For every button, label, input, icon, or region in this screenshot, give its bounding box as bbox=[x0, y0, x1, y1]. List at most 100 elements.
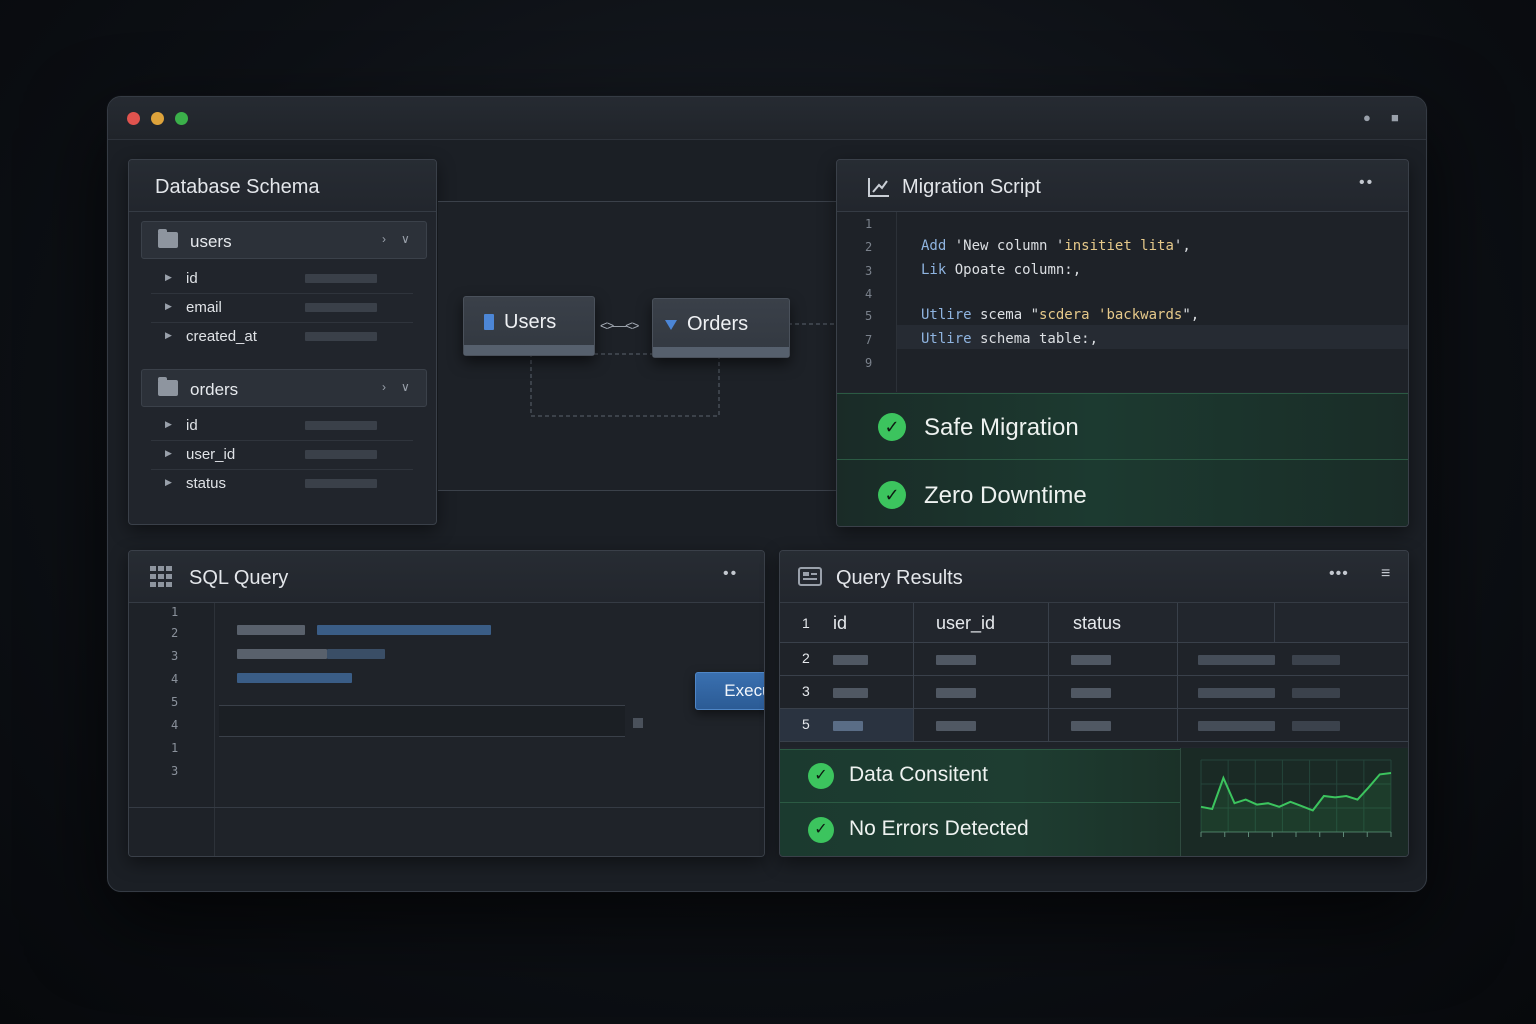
migration-code-editor[interactable]: 1 2 3 4 5 7 9 Add 'New column 'insitiet … bbox=[837, 212, 1408, 392]
table-cell[interactable] bbox=[1049, 676, 1178, 709]
panel-toggle-icon[interactable]: ■ bbox=[1391, 110, 1399, 125]
migration-panel: Migration Script •• 1 2 3 4 5 7 9 Add 'N… bbox=[836, 159, 1409, 527]
caret-right-icon: ▶ bbox=[165, 330, 172, 340]
cell-placeholder bbox=[1292, 721, 1340, 731]
check-label: Zero Downtime bbox=[924, 482, 1087, 509]
sql-panel-header: SQL Query •• bbox=[129, 551, 764, 603]
table-row[interactable]: 2 bbox=[780, 643, 914, 676]
line-number: 9 bbox=[865, 356, 873, 370]
sql-editor[interactable]: Execute bbox=[129, 603, 764, 856]
column-row[interactable]: ▶ email bbox=[151, 294, 413, 323]
column-type-placeholder bbox=[305, 479, 377, 488]
sparkline-area bbox=[1201, 773, 1391, 832]
expand-icon[interactable]: › bbox=[382, 232, 386, 246]
check-label: Safe Migration bbox=[924, 414, 1079, 441]
entity-node-orders[interactable]: Orders bbox=[652, 298, 790, 358]
table-cell[interactable] bbox=[914, 643, 1049, 676]
row-number: 1 bbox=[802, 615, 810, 631]
more-options-icon[interactable]: ••• bbox=[1329, 565, 1349, 583]
cell-placeholder bbox=[1198, 655, 1275, 665]
chevron-down-icon[interactable]: ∨ bbox=[401, 380, 410, 394]
column-type-placeholder bbox=[305, 274, 377, 283]
line-number: 1 bbox=[865, 217, 873, 231]
close-window-button[interactable] bbox=[127, 112, 140, 125]
menu-icon[interactable]: ≡ bbox=[1381, 565, 1390, 583]
column-row[interactable]: ▶ created_at bbox=[151, 323, 413, 352]
cell-placeholder bbox=[1198, 721, 1275, 731]
line-number: 3 bbox=[171, 764, 179, 778]
table-cell[interactable] bbox=[1178, 676, 1408, 709]
cell-placeholder bbox=[1071, 721, 1111, 731]
table-header-cell[interactable]: 1 id bbox=[780, 603, 914, 643]
migration-panel-title: Migration Script bbox=[902, 176, 1041, 198]
column-name: id bbox=[186, 270, 198, 287]
entity-label: Orders bbox=[687, 313, 749, 335]
check-icon: ✓ bbox=[878, 481, 906, 509]
check-icon: ✓ bbox=[808, 817, 834, 843]
column-row[interactable]: ▶ user_id bbox=[151, 441, 413, 470]
table-cell[interactable] bbox=[1178, 709, 1408, 742]
table-cell[interactable] bbox=[914, 709, 1049, 742]
table-header-cell[interactable] bbox=[1275, 603, 1408, 643]
column-name: status bbox=[186, 475, 227, 492]
check-safe-migration: ✓ Safe Migration bbox=[837, 393, 1408, 459]
column-header: status bbox=[1073, 613, 1122, 633]
table-cell[interactable] bbox=[1049, 709, 1178, 742]
column-name: user_id bbox=[186, 446, 236, 463]
row-number: 2 bbox=[802, 650, 810, 666]
execute-button[interactable]: Execute bbox=[695, 672, 764, 710]
editor-divider bbox=[129, 807, 764, 808]
column-row[interactable]: ▶ id bbox=[151, 412, 413, 441]
query-input-line[interactable] bbox=[219, 705, 625, 737]
maximize-window-button[interactable] bbox=[175, 112, 188, 125]
line-number: 4 bbox=[171, 718, 179, 732]
line-number: 4 bbox=[865, 287, 873, 301]
table-cell[interactable] bbox=[1178, 643, 1408, 676]
column-name: email bbox=[186, 299, 222, 316]
column-name: id bbox=[186, 417, 198, 434]
code-line: Utlire scema "scdera 'backwards", bbox=[921, 307, 1200, 323]
table-header-users[interactable]: users › ∨ bbox=[141, 221, 427, 259]
er-diagram-canvas[interactable]: Users <>—<> Orders bbox=[438, 201, 838, 491]
table-cell[interactable] bbox=[914, 676, 1049, 709]
cell-placeholder bbox=[936, 721, 976, 731]
cell-placeholder bbox=[936, 655, 976, 665]
triangle-down-icon bbox=[665, 320, 677, 330]
table-name: orders bbox=[190, 380, 239, 399]
entity-node-users[interactable]: Users bbox=[463, 296, 595, 356]
code-placeholder bbox=[237, 673, 352, 683]
table-row-selected[interactable]: 5 bbox=[780, 709, 914, 742]
minimize-window-button[interactable] bbox=[151, 112, 164, 125]
scroll-handle[interactable] bbox=[633, 718, 643, 728]
table-header-cell[interactable]: user_id bbox=[914, 603, 1049, 643]
check-zero-downtime: ✓ Zero Downtime bbox=[837, 459, 1408, 526]
table-row[interactable]: 3 bbox=[780, 676, 914, 709]
chevron-down-icon[interactable]: ∨ bbox=[401, 232, 410, 246]
more-options-icon[interactable]: •• bbox=[1359, 174, 1374, 192]
code-line: Lik Opoate column:, bbox=[921, 262, 1082, 278]
schema-panel: Database Schema users › ∨ ▶ id ▶ email ▶… bbox=[128, 159, 437, 525]
sparkline-svg bbox=[1200, 759, 1392, 837]
table-cell[interactable] bbox=[1049, 643, 1178, 676]
results-icon bbox=[798, 567, 822, 586]
row-number: 3 bbox=[802, 683, 810, 699]
status-no-errors: ✓ No Errors Detected bbox=[780, 802, 1180, 856]
settings-icon[interactable]: ● bbox=[1363, 110, 1371, 125]
line-number: 1 bbox=[171, 741, 179, 755]
column-type-placeholder bbox=[305, 303, 377, 312]
code-placeholder bbox=[317, 625, 491, 635]
more-options-icon[interactable]: •• bbox=[723, 565, 738, 583]
table-header-cell[interactable] bbox=[1178, 603, 1275, 643]
results-table[interactable]: 1 id user_id status 2 3 5 bbox=[780, 603, 1408, 747]
expand-icon[interactable]: › bbox=[382, 380, 386, 394]
column-type-placeholder bbox=[305, 332, 377, 341]
query-results-panel: Query Results ••• ≡ 1 id user_id status … bbox=[779, 550, 1409, 857]
code-placeholder bbox=[237, 625, 305, 635]
column-header: user_id bbox=[936, 613, 996, 633]
sql-line-gutter: 1 2 3 4 5 4 1 3 bbox=[129, 603, 215, 856]
table-header-cell[interactable]: status bbox=[1049, 603, 1178, 643]
column-row[interactable]: ▶ status bbox=[151, 470, 413, 499]
schema-panel-title: Database Schema bbox=[155, 176, 320, 198]
table-header-orders[interactable]: orders › ∨ bbox=[141, 369, 427, 407]
column-row[interactable]: ▶ id bbox=[151, 265, 413, 294]
